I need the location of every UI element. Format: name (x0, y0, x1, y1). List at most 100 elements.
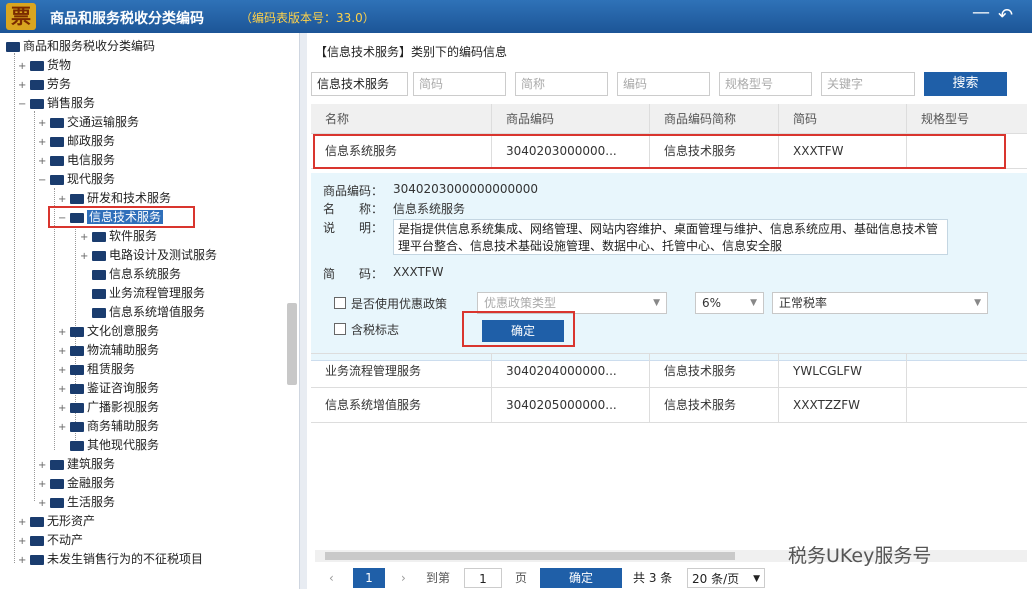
code-label: 商品编码： (323, 184, 384, 198)
tree-item-bpm[interactable]: 业务流程管理服务 (80, 284, 205, 302)
tree-item-info-system[interactable]: 信息系统服务 (80, 265, 181, 283)
page-number[interactable]: 1 (353, 568, 385, 588)
column-header[interactable]: 简码 (779, 104, 907, 133)
expand-icon[interactable]: + (38, 153, 50, 171)
cell-short-name: 信息技术服务 (650, 354, 779, 387)
policy-checkbox[interactable] (334, 297, 346, 309)
tree-item-realestate[interactable]: + 不动产 (18, 531, 83, 549)
tree-item-telecom[interactable]: + 电信服务 (38, 151, 115, 169)
tree-item-construction[interactable]: + 建筑服务 (38, 455, 115, 473)
goto-page-input[interactable]: 1 (464, 568, 502, 588)
column-header[interactable]: 规格型号 (907, 104, 1027, 133)
table-row[interactable]: 信息系统增值服务 3040205000000... 信息技术服务 XXXTZZF… (311, 388, 1027, 423)
highlight-box (313, 134, 1006, 169)
tree-item-leasing[interactable]: + 租赁服务 (58, 360, 135, 378)
policy-label: 是否使用优惠政策 (351, 297, 448, 311)
desc-label: 说 明： (323, 221, 384, 235)
expand-icon[interactable]: + (58, 419, 70, 437)
column-header[interactable]: 商品编码 (492, 104, 650, 133)
name-value: 信息系统服务 (393, 202, 466, 216)
code-input[interactable]: 编码 (617, 72, 710, 96)
table-row[interactable]: 业务流程管理服务 3040204000000... 信息技术服务 YWLCGLF… (311, 353, 1027, 388)
expand-icon[interactable]: + (38, 115, 50, 133)
minimize-icon[interactable]: — (972, 3, 990, 23)
tree-item-circuit[interactable]: + 电路设计及测试服务 (80, 246, 217, 264)
tree-item-logistics[interactable]: + 物流辅助服务 (58, 341, 159, 359)
cell-code: 3040204000000... (492, 354, 650, 387)
expand-icon[interactable]: + (38, 457, 50, 475)
folder-icon (70, 345, 84, 356)
tree-item-business-aux[interactable]: + 商务辅助服务 (58, 417, 159, 435)
jianma-input[interactable]: 简码 (413, 72, 506, 96)
highlight-box (462, 311, 575, 347)
prev-page-icon[interactable]: ‹ (329, 568, 334, 588)
tree-item-modern-service[interactable]: − 现代服务 (38, 170, 115, 188)
tree-item-intangible[interactable]: + 无形资产 (18, 512, 95, 530)
expand-icon[interactable]: + (58, 362, 70, 380)
collapse-icon[interactable]: − (18, 96, 30, 114)
folder-icon (30, 79, 44, 90)
expand-icon[interactable]: + (18, 552, 30, 570)
folder-icon (30, 516, 44, 527)
panel-splitter[interactable] (299, 33, 307, 589)
cell-spec (907, 388, 1027, 422)
folder-icon (50, 459, 64, 470)
expand-icon[interactable]: + (80, 229, 92, 247)
tax-rate-select[interactable]: 6% ▼ (695, 292, 764, 314)
tree-root[interactable]: 商品和服务税收分类编码 (6, 37, 155, 55)
search-button[interactable]: 搜索 (924, 72, 1007, 96)
tree-item-transport[interactable]: + 交通运输服务 (38, 113, 139, 131)
rate-type-select[interactable]: 正常税率 ▼ (772, 292, 988, 314)
tree-item-goods[interactable]: + 货物 (18, 56, 71, 74)
folder-icon (30, 60, 44, 71)
expand-icon[interactable]: + (38, 476, 50, 494)
code-value: 3040203000000000000 (393, 182, 539, 196)
tree-item-info-value-added[interactable]: 信息系统增值服务 (80, 303, 205, 321)
expand-icon[interactable]: + (18, 58, 30, 76)
collapse-icon[interactable]: − (38, 172, 50, 190)
tree-item-finance[interactable]: + 金融服务 (38, 474, 115, 492)
expand-icon[interactable]: + (18, 514, 30, 532)
goto-confirm-button[interactable]: 确定 (540, 568, 622, 588)
goto-label: 到第 (426, 571, 451, 585)
expand-icon[interactable]: + (58, 343, 70, 361)
folder-icon (92, 307, 106, 318)
expand-icon[interactable]: + (58, 381, 70, 399)
window-title: 商品和服务税收分类编码 (50, 11, 204, 27)
tree-item-life[interactable]: + 生活服务 (38, 493, 115, 511)
tree-item-software[interactable]: + 软件服务 (80, 227, 157, 245)
scroll-thumb[interactable] (325, 552, 735, 560)
folder-icon (70, 193, 84, 204)
expand-icon[interactable]: + (58, 324, 70, 342)
tree-item-labor[interactable]: + 劳务 (18, 75, 71, 93)
next-page-icon[interactable]: › (401, 568, 406, 588)
tree-item-consulting[interactable]: + 鉴证咨询服务 (58, 379, 159, 397)
tree-item-other-modern[interactable]: 其他现代服务 (58, 436, 159, 454)
jianma-label: 简 码： (323, 267, 384, 281)
expand-icon[interactable]: + (38, 134, 50, 152)
tree-item-rd[interactable]: + 研发和技术服务 (58, 189, 171, 207)
expand-icon[interactable]: + (80, 248, 92, 266)
expand-icon[interactable]: + (58, 400, 70, 418)
description-text[interactable]: 是指提供信息系统集成、网络管理、网站内容维护、桌面管理与维护、信息系统应用、基础… (393, 219, 948, 255)
tree-item-culture[interactable]: + 文化创意服务 (58, 322, 159, 340)
category-field[interactable]: 信息技术服务 (311, 72, 408, 96)
tax-included-checkbox[interactable] (334, 323, 346, 335)
column-header[interactable]: 商品编码简称 (650, 104, 779, 133)
tree-item-broadcast[interactable]: + 广播影视服务 (58, 398, 159, 416)
spec-input[interactable]: 规格型号 (719, 72, 812, 96)
expand-icon[interactable]: + (18, 533, 30, 551)
tree-scrollbar[interactable] (287, 303, 297, 385)
tree-item-non-taxable[interactable]: + 未发生销售行为的不征税项目 (18, 550, 203, 568)
name-input[interactable]: 简称 (515, 72, 608, 96)
expand-icon[interactable]: + (18, 77, 30, 95)
tree-item-postal[interactable]: + 邮政服务 (38, 132, 115, 150)
back-icon[interactable]: ↶ (998, 6, 1013, 26)
column-header[interactable]: 名称 (311, 104, 492, 133)
page-size-select[interactable]: 20 条/页 ▼ (687, 568, 765, 588)
tree-item-sales-service[interactable]: − 销售服务 (18, 94, 95, 112)
total-count: 共 3 条 (633, 571, 673, 585)
cell-jianma: XXXTZZFW (779, 388, 907, 422)
expand-icon[interactable]: + (38, 495, 50, 513)
keyword-input[interactable]: 关键字 (821, 72, 915, 96)
